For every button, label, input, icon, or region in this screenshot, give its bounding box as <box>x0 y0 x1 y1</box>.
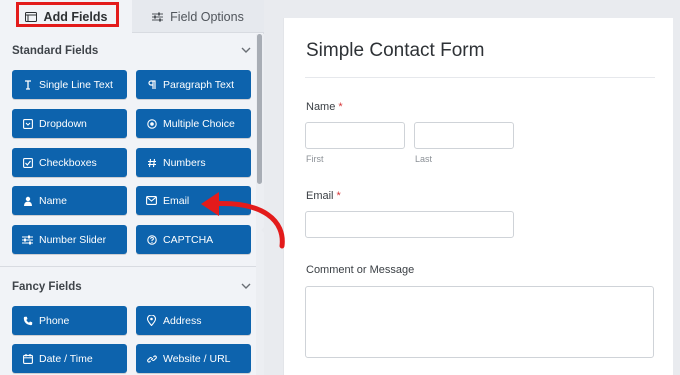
field-label: Single Line Text <box>39 78 113 91</box>
field-label: Website / URL <box>163 352 231 365</box>
field-label: Number Slider <box>39 233 107 246</box>
fields-panel: Add Fields Field Options Standard Fields… <box>0 0 264 375</box>
tab-field-options[interactable]: Field Options <box>132 0 264 33</box>
link-icon <box>146 353 157 364</box>
phone-icon <box>22 315 33 326</box>
multiple-choice-button[interactable]: Multiple Choice <box>136 109 251 138</box>
form-preview: Simple Contact Form Name * First Last Ema… <box>283 18 673 375</box>
first-sublabel: First <box>306 154 324 164</box>
field-label: Email <box>163 194 190 207</box>
envelope-icon <box>146 195 157 206</box>
email-label: Email * <box>306 190 341 202</box>
single-line-text-button[interactable]: Single Line Text <box>12 70 127 99</box>
field-label: Dropdown <box>39 117 87 130</box>
checkboxes-button[interactable]: Checkboxes <box>12 148 127 177</box>
hash-icon <box>146 157 157 168</box>
panel-pointer <box>261 220 271 240</box>
name-label: Name * <box>306 101 343 113</box>
last-name-input[interactable] <box>414 122 514 149</box>
dropdown-icon <box>22 118 33 129</box>
field-label: CAPTCHA <box>163 233 214 246</box>
slider-icon <box>22 234 33 245</box>
checkbox-icon <box>22 157 33 168</box>
field-label: Date / Time <box>39 352 93 365</box>
field-label: Numbers <box>163 156 206 169</box>
required-marker: * <box>336 190 341 202</box>
field-label: Paragraph Text <box>163 78 235 91</box>
required-marker: * <box>338 101 343 113</box>
scroll-thumb[interactable] <box>257 34 262 184</box>
dropdown-button[interactable]: Dropdown <box>12 109 127 138</box>
email-label-text: Email <box>306 190 334 202</box>
comment-label: Comment or Message <box>306 264 415 276</box>
user-icon <box>22 195 33 206</box>
number-slider-button[interactable]: Number Slider <box>12 225 127 254</box>
phone-button[interactable]: Phone <box>12 306 127 335</box>
tab-field-options-label: Field Options <box>170 9 244 24</box>
email-button[interactable]: Email <box>136 186 251 215</box>
field-label: Phone <box>39 314 70 327</box>
highlight-box <box>16 2 119 27</box>
website-url-button[interactable]: Website / URL <box>136 344 251 373</box>
name-button[interactable]: Name <box>12 186 127 215</box>
numbers-button[interactable]: Numbers <box>136 148 251 177</box>
text-cursor-icon <box>22 79 33 90</box>
captcha-button[interactable]: CAPTCHA <box>136 225 251 254</box>
fancy-fields-title: Fancy Fields <box>12 281 82 293</box>
standard-fields-title: Standard Fields <box>12 45 99 57</box>
calendar-icon <box>22 353 33 364</box>
question-circle-icon <box>146 234 157 245</box>
date-time-button[interactable]: Date / Time <box>12 344 127 373</box>
chevron-down-icon[interactable] <box>240 280 252 292</box>
email-input[interactable] <box>305 211 514 238</box>
first-name-input[interactable] <box>305 122 405 149</box>
paragraph-icon <box>146 79 157 90</box>
field-label: Checkboxes <box>39 156 97 169</box>
panel-scrollbar[interactable] <box>256 34 264 375</box>
section-divider <box>0 266 256 267</box>
paragraph-text-button[interactable]: Paragraph Text <box>136 70 251 99</box>
last-sublabel: Last <box>415 154 433 164</box>
name-label-text: Name <box>306 101 336 113</box>
radio-icon <box>146 118 157 129</box>
field-label: Multiple Choice <box>163 117 235 130</box>
map-pin-icon <box>146 315 157 326</box>
address-button[interactable]: Address <box>136 306 251 335</box>
field-label: Name <box>39 194 68 207</box>
sliders-icon <box>152 12 164 22</box>
comment-textarea[interactable] <box>305 286 654 358</box>
panel-tabs: Add Fields Field Options <box>0 0 264 33</box>
form-title: Simple Contact Form <box>306 40 485 61</box>
chevron-down-icon[interactable] <box>240 44 252 56</box>
title-divider <box>305 77 655 78</box>
field-label: Address <box>163 314 202 327</box>
